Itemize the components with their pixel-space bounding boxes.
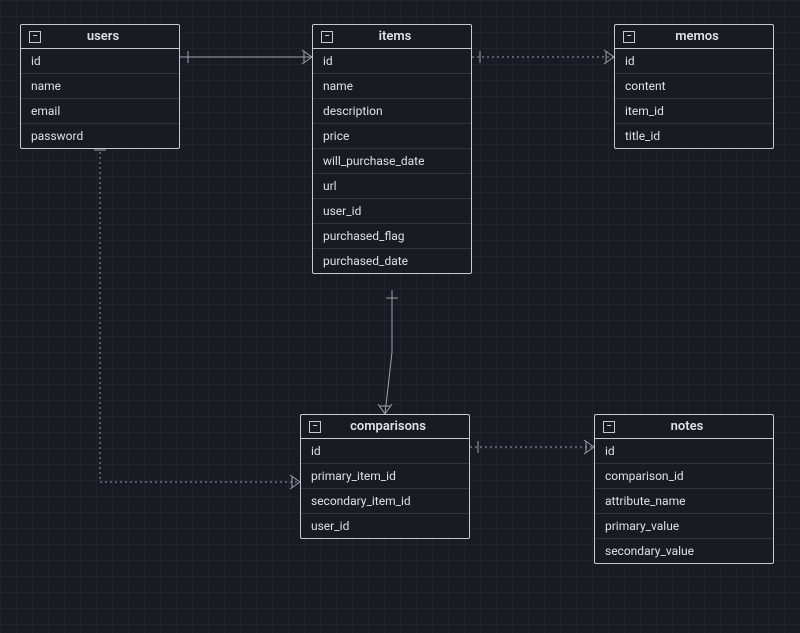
collapse-icon[interactable]: − (29, 31, 41, 43)
entity-title: notes (623, 419, 765, 434)
entity-title: comparisons (329, 419, 461, 434)
field[interactable]: will_purchase_date (313, 149, 471, 174)
field[interactable]: title_id (615, 124, 773, 148)
entity-title: items (341, 29, 463, 44)
entity-comparisons[interactable]: − comparisons id primary_item_id seconda… (300, 414, 470, 539)
collapse-icon[interactable]: − (623, 31, 635, 43)
field[interactable]: comparison_id (595, 464, 773, 489)
field[interactable]: name (313, 74, 471, 99)
field[interactable]: url (313, 174, 471, 199)
entity-header[interactable]: − memos (615, 25, 773, 49)
field[interactable]: secondary_item_id (301, 489, 469, 514)
field[interactable]: user_id (301, 514, 469, 538)
entity-items[interactable]: − items id name description price will_p… (312, 24, 472, 274)
field[interactable]: price (313, 124, 471, 149)
field[interactable]: name (21, 74, 179, 99)
entity-memos[interactable]: − memos id content item_id title_id (614, 24, 774, 149)
entity-title: users (49, 29, 171, 44)
entity-title: memos (643, 29, 765, 44)
entity-notes[interactable]: − notes id comparison_id attribute_name … (594, 414, 774, 564)
collapse-icon[interactable]: − (309, 421, 321, 433)
field[interactable]: id (595, 439, 773, 464)
field[interactable]: primary_value (595, 514, 773, 539)
field[interactable]: email (21, 99, 179, 124)
entity-header[interactable]: − comparisons (301, 415, 469, 439)
field[interactable]: id (615, 49, 773, 74)
field[interactable]: description (313, 99, 471, 124)
field[interactable]: id (313, 49, 471, 74)
collapse-icon[interactable]: − (603, 421, 615, 433)
field[interactable]: purchased_date (313, 249, 471, 273)
entity-header[interactable]: − items (313, 25, 471, 49)
field[interactable]: primary_item_id (301, 464, 469, 489)
field[interactable]: id (21, 49, 179, 74)
field[interactable]: id (301, 439, 469, 464)
field[interactable]: user_id (313, 199, 471, 224)
entity-header[interactable]: − users (21, 25, 179, 49)
field[interactable]: password (21, 124, 179, 148)
field[interactable]: attribute_name (595, 489, 773, 514)
entity-users[interactable]: − users id name email password (20, 24, 180, 149)
field[interactable]: item_id (615, 99, 773, 124)
field[interactable]: purchased_flag (313, 224, 471, 249)
field[interactable]: secondary_value (595, 539, 773, 563)
collapse-icon[interactable]: − (321, 31, 333, 43)
field[interactable]: content (615, 74, 773, 99)
entity-header[interactable]: − notes (595, 415, 773, 439)
